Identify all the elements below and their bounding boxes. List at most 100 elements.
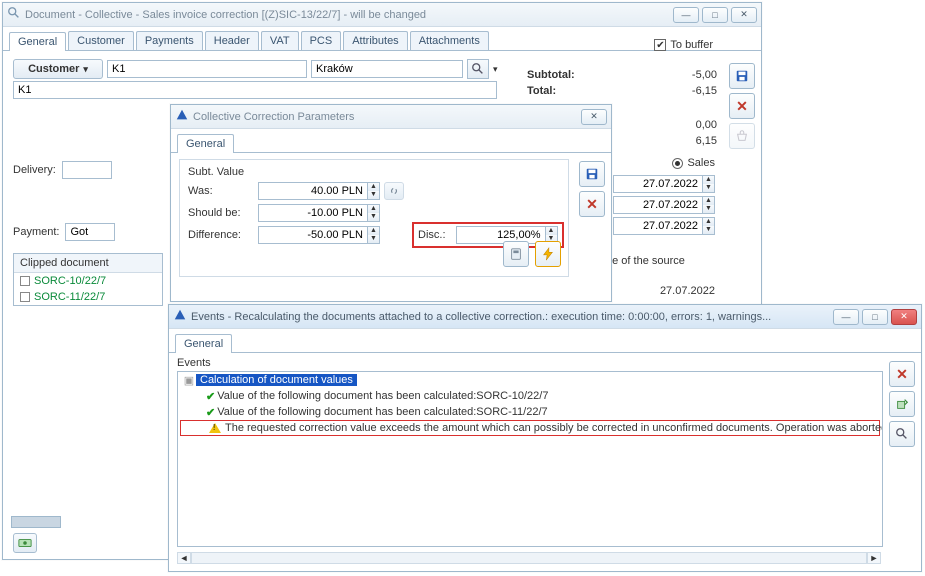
clipped-documents-box: Clipped document SORC-10/22/7 SORC-11/22… [13, 253, 163, 306]
spin-down-icon[interactable]: ▼ [368, 191, 379, 199]
spin-up-icon[interactable]: ▲ [368, 183, 379, 191]
spin-up-icon[interactable]: ▲ [703, 197, 714, 205]
shouldbe-input[interactable] [258, 204, 368, 222]
date-input-1[interactable] [613, 175, 703, 193]
close-button[interactable]: ✕ [731, 7, 757, 23]
save-button[interactable] [729, 63, 755, 89]
app-icon [175, 108, 189, 125]
date-field-3[interactable]: ▲▼ [613, 217, 715, 235]
customer-button[interactable]: Customer ▾ [13, 59, 103, 79]
params-cancel-button[interactable]: ✕ [579, 191, 605, 217]
customer-search-button[interactable] [467, 59, 489, 79]
correction-params-dialog: Collective Correction Parameters ✕ Gener… [170, 104, 612, 302]
tab-customer[interactable]: Customer [68, 31, 134, 50]
spin-down-icon[interactable]: ▼ [368, 235, 379, 243]
params-tab-general[interactable]: General [177, 134, 234, 153]
tab-payments[interactable]: Payments [136, 31, 203, 50]
spin-down-icon[interactable]: ▼ [368, 213, 379, 221]
maximize-button[interactable]: □ [702, 7, 728, 23]
cancel-button[interactable]: ✕ [729, 93, 755, 119]
customer-city-input[interactable] [311, 60, 463, 78]
to-buffer-label: To buffer [670, 39, 713, 51]
floppy-icon [585, 167, 599, 181]
link-button[interactable] [384, 182, 404, 200]
params-save-button[interactable] [579, 161, 605, 187]
events-delete-button[interactable]: ✕ [889, 361, 915, 387]
totals-extra1: 0,00 [696, 117, 717, 133]
tree-warning-row[interactable]: The requested correction value exceeds t… [180, 420, 880, 436]
events-header-label: Events [169, 353, 921, 369]
params-close-button[interactable]: ✕ [581, 109, 607, 125]
discount-label: Disc.: [418, 229, 446, 241]
date-input-3[interactable] [613, 217, 703, 235]
search-icon [471, 62, 485, 76]
events-tree[interactable]: ▣ Calculation of document values ✔ Value… [177, 371, 883, 547]
params-titlebar[interactable]: Collective Correction Parameters ✕ [171, 105, 611, 129]
to-buffer-checkbox[interactable]: ✔ [654, 39, 666, 51]
tab-attachments[interactable]: Attachments [410, 31, 489, 50]
tab-vat[interactable]: VAT [261, 31, 299, 50]
spin-up-icon[interactable]: ▲ [368, 227, 379, 235]
sales-radio[interactable] [672, 158, 683, 169]
scroll-right-icon[interactable]: ► [867, 552, 881, 564]
delivery-label: Delivery: [13, 164, 56, 176]
document-titlebar[interactable]: Document - Collective - Sales invoice co… [3, 3, 761, 27]
spin-down-icon[interactable]: ▼ [703, 184, 714, 192]
spin-down-icon[interactable]: ▼ [703, 205, 714, 213]
date-input-2[interactable] [613, 196, 703, 214]
spin-up-icon[interactable]: ▲ [703, 176, 714, 184]
date-field-2[interactable]: ▲▼ [613, 196, 715, 214]
spin-up-icon[interactable]: ▲ [368, 205, 379, 213]
customer-dropdown-icon[interactable]: ▾ [493, 64, 498, 75]
clipped-item-label: SORC-10/22/7 [34, 275, 106, 287]
lightning-button[interactable] [535, 241, 561, 267]
events-horizontal-scrollbar[interactable]: ◄ ► [177, 551, 881, 565]
calculator-button[interactable] [503, 241, 529, 267]
lightning-icon [541, 247, 555, 261]
events-title: Events - Recalculating the documents att… [191, 311, 829, 323]
tree-row[interactable]: ✔ Value of the following document has be… [178, 388, 882, 404]
difference-label: Difference: [188, 229, 258, 241]
clipped-header: Clipped document [14, 254, 162, 273]
events-close-button[interactable]: ✕ [891, 309, 917, 325]
spin-up-icon[interactable]: ▲ [703, 218, 714, 226]
tree-row[interactable]: ▣ Calculation of document values [178, 372, 882, 388]
scroll-left-icon[interactable]: ◄ [177, 552, 191, 564]
clipped-item[interactable]: SORC-11/22/7 [14, 289, 162, 305]
was-input[interactable] [258, 182, 368, 200]
app-icon [173, 308, 187, 325]
events-export-button[interactable] [889, 391, 915, 417]
tab-pcs[interactable]: PCS [301, 31, 342, 50]
shouldbe-field[interactable]: ▲▼ [258, 204, 380, 222]
payment-input[interactable] [65, 223, 115, 241]
minimize-button[interactable]: — [673, 7, 699, 23]
spin-up-icon[interactable]: ▲ [546, 227, 557, 235]
shouldbe-label: Should be: [188, 207, 258, 219]
tab-header[interactable]: Header [205, 31, 259, 50]
difference-input[interactable] [258, 226, 368, 244]
total-value: -6,15 [692, 83, 717, 99]
events-search-button[interactable] [889, 421, 915, 447]
tree-warning-label: The requested correction value exceeds t… [225, 422, 883, 434]
spin-down-icon[interactable]: ▼ [703, 226, 714, 234]
events-titlebar[interactable]: Events - Recalculating the documents att… [169, 305, 921, 329]
tab-attributes[interactable]: Attributes [343, 31, 407, 50]
money-icon-button[interactable] [13, 533, 37, 553]
events-tab-general[interactable]: General [175, 334, 232, 353]
source-date-label: Date of the source [595, 255, 715, 267]
customer-name-input[interactable] [107, 60, 307, 78]
difference-field[interactable]: ▲▼ [258, 226, 380, 244]
events-maximize-button[interactable]: □ [862, 309, 888, 325]
was-field[interactable]: ▲▼ [258, 182, 380, 200]
delivery-input[interactable] [62, 161, 112, 179]
tab-general[interactable]: General [9, 32, 66, 51]
clipped-checkbox[interactable] [20, 292, 30, 302]
events-minimize-button[interactable]: — [833, 309, 859, 325]
tree-row[interactable]: ✔ Value of the following document has be… [178, 404, 882, 420]
date-field-1[interactable]: ▲▼ [613, 175, 715, 193]
total-label: Total: [527, 83, 556, 99]
clipped-item[interactable]: SORC-10/22/7 [14, 273, 162, 289]
clipped-checkbox[interactable] [20, 276, 30, 286]
customer-line2-input[interactable] [13, 81, 497, 99]
tree-collapse-icon[interactable]: ▣ [182, 374, 196, 387]
